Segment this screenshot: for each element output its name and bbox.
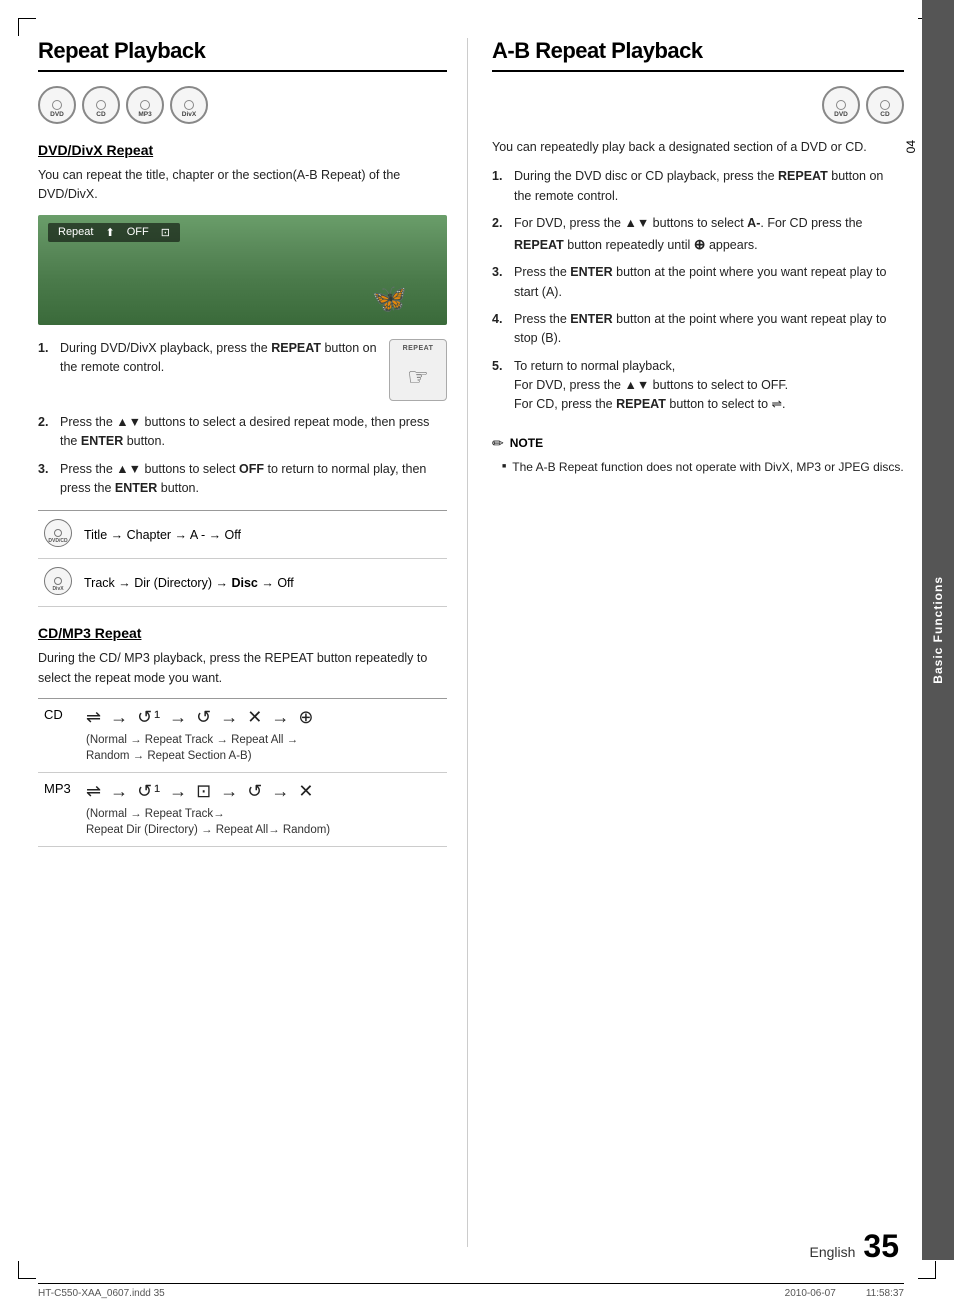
cdmp3-heading: CD/MP3 Repeat [38,625,447,641]
repeat-arrows: ⬆ [105,226,114,239]
mp3-mode-desc: (Normal → Repeat Track→Repeat Dir (Direc… [86,806,441,838]
footer-date: 2010-06-07 [785,1288,836,1299]
repeat-off: OFF [127,226,149,238]
repeat-button-image: REPEAT ☞ [389,339,447,401]
ab-steps-list: 1. During the DVD disc or CD playback, p… [492,167,904,414]
cd-mode-icons: ⇌ → ↺¹ → ↺ → ✕ → ⊕ [86,707,441,728]
sidebar-chapter-num: 04 [904,140,918,153]
screenshot-ui-bar: Repeat ⬆ OFF ⊡ [48,223,180,242]
dvd-step-2: 2. Press the ▲▼ buttons to select a desi… [38,413,447,452]
mini-disc-dvdcd: DVD/CD [44,519,72,547]
disc-icon-cd: CD [82,86,120,124]
dvdcd-icon-cell: DVD/CD [38,511,78,559]
footer-left: HT-C550-XAA_0607.indd 35 [38,1288,165,1299]
dvd-divx-intro: You can repeat the title, chapter or the… [38,166,447,205]
butterfly-image: 🦋 [372,282,407,315]
mode-row-cd: CD ⇌ → ↺¹ → ↺ → ✕ → ⊕ (Normal → Repeat T… [38,699,447,773]
page-number: 35 [863,1228,899,1265]
dvdcd-sequence: Title → Chapter → A - → Off [78,511,447,559]
main-content: Repeat Playback DVD CD MP3 DivX DVD/DivX… [38,38,904,1247]
repeat-label: Repeat [58,226,93,238]
footer-time: 11:58:37 [866,1288,904,1299]
corner-mark-bl [18,1261,36,1279]
left-section-title: Repeat Playback [38,38,447,72]
note-title: ✏ NOTE [492,435,904,452]
footer: HT-C550-XAA_0607.indd 35 2010-06-07 11:5… [38,1283,904,1299]
dvd-step-3: 3. Press the ▲▼ buttons to select OFF to… [38,460,447,499]
footer-right: 2010-06-07 11:58:37 [785,1288,904,1299]
ab-disc-icon-cd: CD [866,86,904,124]
divx-icon-cell: DivX [38,559,78,607]
sidebar-label: Basic Functions [931,576,945,684]
left-column: Repeat Playback DVD CD MP3 DivX DVD/DivX… [38,38,468,1247]
pencil-icon: ✏ [492,435,504,452]
page-number-area: English 35 [809,1228,899,1265]
divx-sequence: Track → Dir (Directory) → Disc → Off [78,559,447,607]
disc-icon-divx: DivX [170,86,208,124]
ab-step-3: 3. Press the ENTER button at the point w… [492,263,904,302]
cdmp3-intro: During the CD/ MP3 playback, press the R… [38,649,447,688]
corner-mark-br [918,1261,936,1279]
ab-step-2: 2. For DVD, press the ▲▼ buttons to sele… [492,214,904,255]
mini-disc-cd: CD [44,707,74,737]
mp3-modes-cell: ⇌ → ↺¹ → ⊡ → ↺ → ✕ (Normal → Repeat Trac… [80,773,447,847]
cd-modes-cell: ⇌ → ↺¹ → ↺ → ✕ → ⊕ (Normal → Repeat Trac… [80,699,447,773]
dvd-divx-heading: DVD/DivX Repeat [38,142,447,158]
disc-icon-dvd: DVD [38,86,76,124]
repeat-icon: ⊡ [161,226,170,239]
cdmp3-mode-table: CD ⇌ → ↺¹ → ↺ → ✕ → ⊕ (Normal → Repeat T… [38,698,447,847]
cd-icon-cell: CD [38,699,80,773]
ab-step-5: 5. To return to normal playback,For DVD,… [492,357,904,415]
sidebar: Basic Functions [922,0,954,1260]
ab-disc-icon-dvd: DVD [822,86,860,124]
cd-mode-desc: (Normal → Repeat Track → Repeat All →Ran… [86,732,441,764]
right-section-title: A-B Repeat Playback [492,38,904,72]
mp3-icon-cell: MP3 [38,773,80,847]
note-box: ✏ NOTE The A-B Repeat function does not … [492,427,904,476]
disc-icon-mp3: MP3 [126,86,164,124]
note-item-1: The A-B Repeat function does not operate… [492,458,904,476]
dvd-screenshot: Repeat ⬆ OFF ⊡ 🦋 [38,215,447,325]
repeat-sequence-table: DVD/CD Title → Chapter → A - → Off DivX … [38,510,447,607]
corner-mark-tl [18,18,36,36]
disc-icons-row: DVD CD MP3 DivX [38,86,447,124]
ab-step-1: 1. During the DVD disc or CD playback, p… [492,167,904,206]
right-column: A-B Repeat Playback DVD CD You can repea… [468,38,904,1247]
mode-row-mp3: MP3 ⇌ → ↺¹ → ⊡ → ↺ → ✕ (Normal → Repeat … [38,773,447,847]
ab-step-4: 4. Press the ENTER button at the point w… [492,310,904,349]
table-row-dvdcd: DVD/CD Title → Chapter → A - → Off [38,511,447,559]
table-row-divx: DivX Track → Dir (Directory) → Disc → Of… [38,559,447,607]
ab-intro: You can repeatedly play back a designate… [492,138,904,157]
ab-disc-icons-row: DVD CD [492,86,904,124]
dvd-steps-list: 1. REPEAT ☞ During DVD/DivX playback, pr… [38,339,447,499]
mp3-mode-icons: ⇌ → ↺¹ → ⊡ → ↺ → ✕ [86,781,441,802]
mini-disc-divx: DivX [44,567,72,595]
page-lang: English [809,1244,855,1260]
mini-disc-mp3: MP3 [44,781,74,811]
dvd-step-1: 1. REPEAT ☞ During DVD/DivX playback, pr… [38,339,447,405]
